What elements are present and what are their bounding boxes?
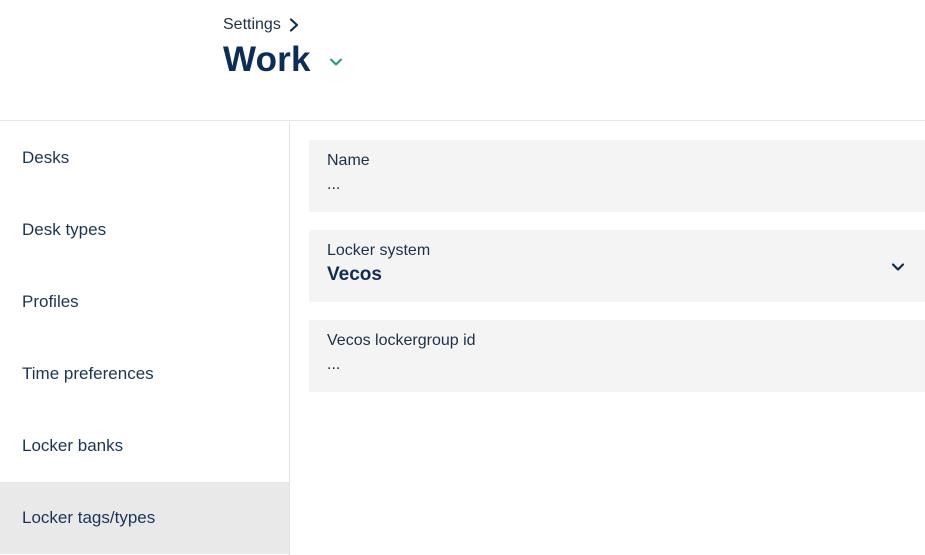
breadcrumb-settings[interactable]: Settings [223, 16, 281, 34]
locker-system-label: Locker system [327, 242, 431, 259]
name-value[interactable]: ... [327, 176, 907, 194]
sidebar-item-profiles[interactable]: Profiles [0, 266, 289, 338]
sidebar-item-time-preferences[interactable]: Time preferences [0, 338, 289, 410]
locker-system-value[interactable]: Vecos [327, 264, 907, 286]
page-title: Work [223, 40, 311, 79]
name-field[interactable]: Name ... [309, 140, 925, 212]
sidebar-item-label: Time preferences [22, 364, 154, 383]
name-label: Name [327, 152, 370, 169]
sidebar-item-label: Desks [22, 148, 70, 167]
settings-form: Name ... Locker system Vecos Vecos locke… [309, 140, 925, 410]
sidebar-item-locker-banks[interactable]: Locker banks [0, 410, 289, 482]
sidebar-item-desks[interactable]: Desks [0, 122, 289, 194]
chevron-right-icon [289, 18, 298, 32]
sidebar-item-desk-types[interactable]: Desk types [0, 194, 289, 266]
lockergroup-id-label: Vecos lockergroup id [327, 332, 476, 349]
sidebar-item-label: Desk types [22, 220, 107, 239]
page-header: Settings Work [0, 0, 925, 121]
sidebar-item-label: Locker tags/types [22, 508, 156, 527]
settings-sidebar: Desks Desk types Profiles Time preferenc… [0, 122, 290, 555]
sidebar-item-locker-tags-types[interactable]: Locker tags/types [0, 482, 289, 554]
lockergroup-id-value[interactable]: ... [327, 356, 907, 374]
locker-system-select[interactable]: Locker system Vecos [309, 230, 925, 302]
workspace-switcher[interactable]: Work [223, 40, 343, 80]
chevron-down-icon[interactable] [329, 57, 343, 67]
breadcrumb[interactable]: Settings [223, 16, 299, 34]
chevron-down-icon[interactable] [891, 262, 905, 272]
lockergroup-id-field[interactable]: Vecos lockergroup id ... [309, 320, 925, 392]
sidebar-item-label: Locker banks [22, 436, 124, 455]
sidebar-item-label: Profiles [22, 292, 79, 311]
